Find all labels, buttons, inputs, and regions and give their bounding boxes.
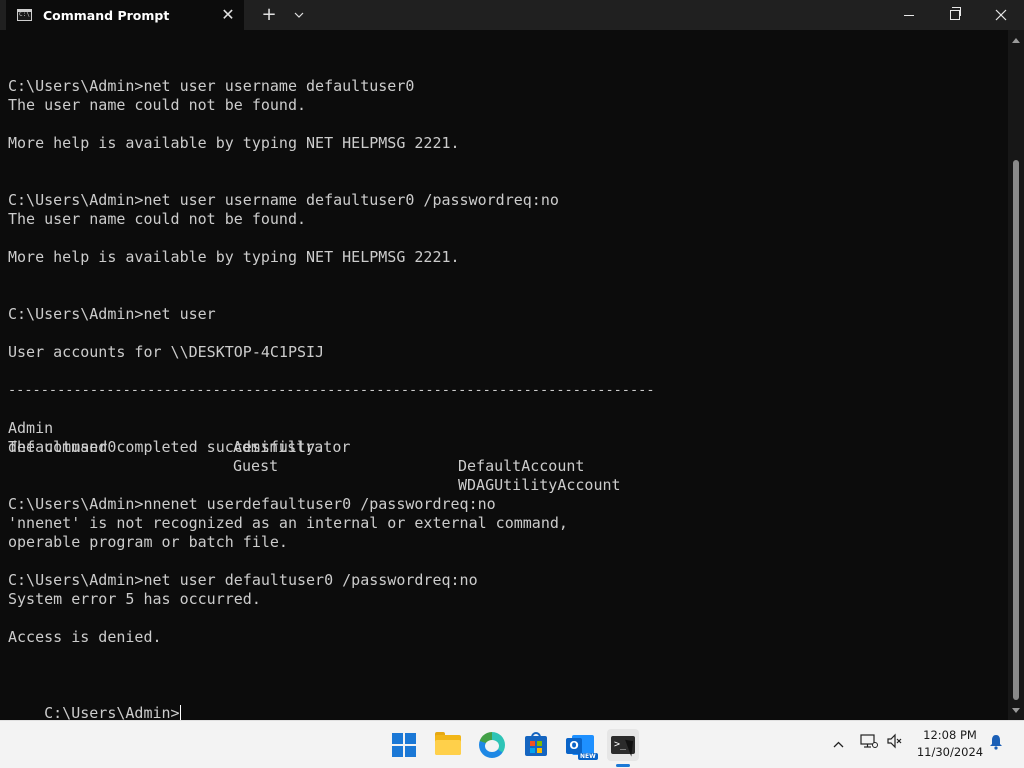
- notifications-button[interactable]: [986, 733, 1006, 757]
- volume-button[interactable]: [884, 733, 906, 757]
- start-button[interactable]: [388, 729, 420, 761]
- scroll-down-arrow[interactable]: [1008, 704, 1024, 718]
- console-line: More help is available by typing NET HEL…: [8, 248, 460, 266]
- console-line: More help is available by typing NET HEL…: [8, 134, 460, 152]
- minimize-icon: [904, 14, 914, 16]
- tab-dropdown-button[interactable]: [288, 3, 310, 27]
- console-line: C:\Users\Admin>net user: [8, 305, 216, 323]
- clock-button[interactable]: 12:08 PM 11/30/2024: [912, 727, 988, 761]
- edge-browser-button[interactable]: [476, 729, 508, 761]
- tab-title: Command Prompt: [43, 8, 170, 23]
- show-hidden-icons-button[interactable]: [828, 733, 848, 757]
- network-icon: [860, 734, 878, 748]
- windows-logo-icon: [392, 733, 403, 744]
- console-line: operable program or batch file.: [8, 533, 288, 551]
- restore-icon: [950, 7, 961, 20]
- console-line: System error 5 has occurred.: [8, 590, 261, 608]
- restore-button[interactable]: [932, 0, 978, 30]
- console-line: C:\Users\Admin>net user defaultuser0 /pa…: [8, 571, 478, 589]
- close-button[interactable]: [978, 0, 1024, 30]
- tab-close-button[interactable]: ✕: [216, 3, 240, 27]
- console-line: The user name could not be found.: [8, 96, 307, 114]
- new-tab-button[interactable]: +: [256, 3, 282, 27]
- account-name: Guest: [233, 457, 279, 475]
- console-line: C:\Users\Admin>nnenet userdefaultuser0 /…: [8, 495, 496, 513]
- tab-command-prompt[interactable]: Command Prompt ✕: [6, 0, 244, 30]
- close-icon: [995, 9, 1007, 21]
- caret-up-icon: [1012, 38, 1020, 43]
- console-line: User accounts for \\DESKTOP-4C1PSIJ: [8, 343, 325, 361]
- minimize-button[interactable]: [886, 0, 932, 30]
- prompt-text: C:\Users\Admin>: [44, 704, 180, 720]
- account-row: defaultuser0 Guest WDAGUtilityAccount: [8, 419, 708, 494]
- separator-line: ----------------------------------------…: [8, 382, 655, 398]
- new-badge: NEW: [578, 753, 598, 760]
- active-app-indicator: [616, 764, 630, 767]
- account-name: WDAGUtilityAccount: [458, 476, 621, 494]
- title-bar: Command Prompt ✕ +: [0, 0, 1024, 30]
- console-line: The user name could not be found.: [8, 210, 307, 228]
- caret-down-icon: [1012, 708, 1020, 713]
- clock-time: 12:08 PM: [923, 728, 977, 742]
- outlook-button[interactable]: O NEW: [564, 729, 598, 761]
- clock-date: 11/30/2024: [916, 745, 984, 759]
- command-prompt-icon: [17, 9, 32, 21]
- volume-muted-icon: [887, 733, 902, 749]
- text-cursor: [179, 705, 181, 720]
- console-line: C:\Users\Admin>net user username default…: [8, 191, 559, 209]
- taskbar: O NEW >_ 12:08 PM 11/30/2024: [0, 720, 1024, 768]
- chevron-up-icon: [833, 741, 843, 748]
- account-row: Admin Administrator DefaultAccount: [8, 400, 708, 475]
- network-status-button[interactable]: [858, 733, 880, 757]
- bell-icon: [990, 735, 1002, 750]
- file-explorer-button[interactable]: [432, 729, 464, 761]
- chevron-down-icon: [294, 12, 304, 18]
- vertical-scrollbar[interactable]: [1008, 30, 1024, 720]
- scroll-up-arrow[interactable]: [1008, 34, 1024, 48]
- prompt-line[interactable]: C:\Users\Admin>: [8, 685, 181, 720]
- console-line: C:\Users\Admin>net user username default…: [8, 77, 415, 95]
- console-line: The command completed successfully.: [8, 438, 325, 456]
- microsoft-store-button[interactable]: [520, 729, 552, 761]
- console-output[interactable]: C:\Users\Admin>net user username default…: [0, 30, 1008, 720]
- account-name: DefaultAccount: [458, 457, 585, 475]
- console-line: Access is denied.: [8, 628, 162, 646]
- console-line: 'nnenet' is not recognized as an interna…: [8, 514, 568, 532]
- scroll-thumb[interactable]: [1013, 160, 1019, 700]
